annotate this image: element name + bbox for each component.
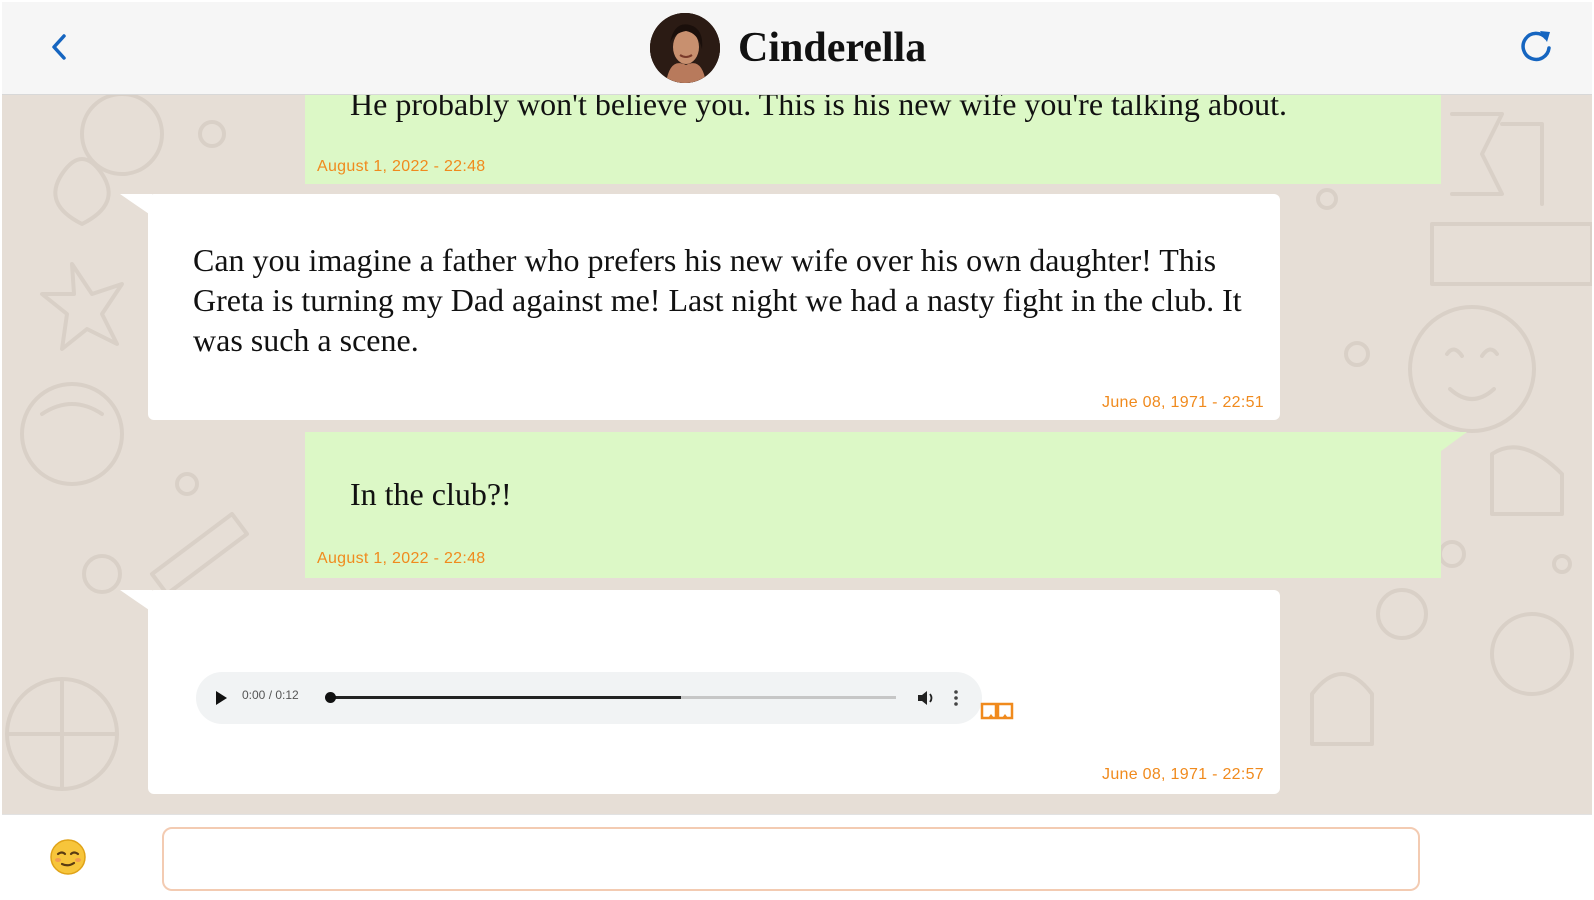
message-bubble-received[interactable]: Can you imagine a father who prefers his…	[120, 194, 1280, 420]
message-timestamp: June 08, 1971 - 22:51	[1102, 394, 1264, 411]
avatar[interactable]	[650, 13, 720, 83]
message-text: He probably won't believe you. This is h…	[350, 94, 1287, 122]
avatar-image	[650, 13, 720, 83]
back-button[interactable]	[44, 28, 76, 68]
open-book-icon[interactable]	[980, 700, 1014, 722]
bubble-tail	[1437, 432, 1467, 454]
contact-name: Cinderella	[738, 25, 927, 71]
bubble-tail	[120, 590, 152, 612]
message-bubble-sent[interactable]: He probably won't believe you. This is h…	[305, 94, 1441, 184]
chat-header: Cinderella	[2, 2, 1592, 95]
message-timestamp: August 1, 2022 - 22:48	[317, 158, 486, 175]
audio-player[interactable]: 0:00 / 0:12	[196, 672, 982, 724]
bubble-tail	[120, 194, 152, 216]
message-timestamp: June 08, 1971 - 22:57	[1102, 766, 1264, 783]
composer-bar	[2, 814, 1592, 898]
message-text: In the club?!	[350, 476, 512, 512]
message-timestamp: August 1, 2022 - 22:48	[317, 550, 486, 567]
smiley-emoji-icon[interactable]	[48, 837, 88, 877]
contact-header[interactable]: Cinderella	[650, 12, 926, 84]
message-bubble-sent[interactable]: In the club?! August 1, 2022 - 22:48	[305, 432, 1467, 578]
refresh-button[interactable]	[1516, 26, 1556, 66]
audio-progress-fill	[330, 696, 681, 699]
refresh-icon	[1521, 31, 1551, 62]
audio-time: 0:00 / 0:12	[242, 688, 299, 702]
play-icon[interactable]	[216, 691, 227, 705]
more-options-icon[interactable]	[952, 687, 960, 709]
chevron-left-icon	[52, 34, 66, 60]
audio-progress-track[interactable]	[325, 692, 896, 703]
chat-app: Cinderella He probably won't believe you…	[2, 2, 1592, 898]
message-list[interactable]: He probably won't believe you. This is h…	[2, 94, 1592, 814]
audio-progress-handle[interactable]	[325, 692, 336, 703]
volume-icon[interactable]	[916, 688, 938, 708]
message-input[interactable]	[162, 827, 1420, 891]
message-bubble-received-audio[interactable]: 0:00 / 0:12 June 08, 1971 - 22:57	[120, 590, 1280, 794]
message-text: Can you imagine a father who prefers his…	[193, 242, 1242, 358]
